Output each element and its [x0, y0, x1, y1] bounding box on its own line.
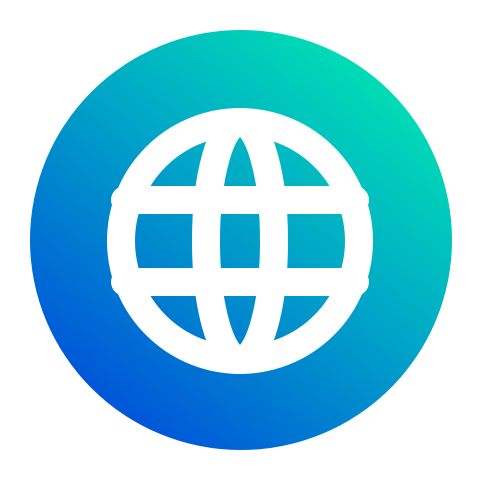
icon-canvas	[0, 0, 480, 480]
icon-background-circle	[30, 30, 452, 450]
globe-app-icon[interactable]	[30, 30, 452, 450]
globe-icon	[30, 30, 452, 450]
